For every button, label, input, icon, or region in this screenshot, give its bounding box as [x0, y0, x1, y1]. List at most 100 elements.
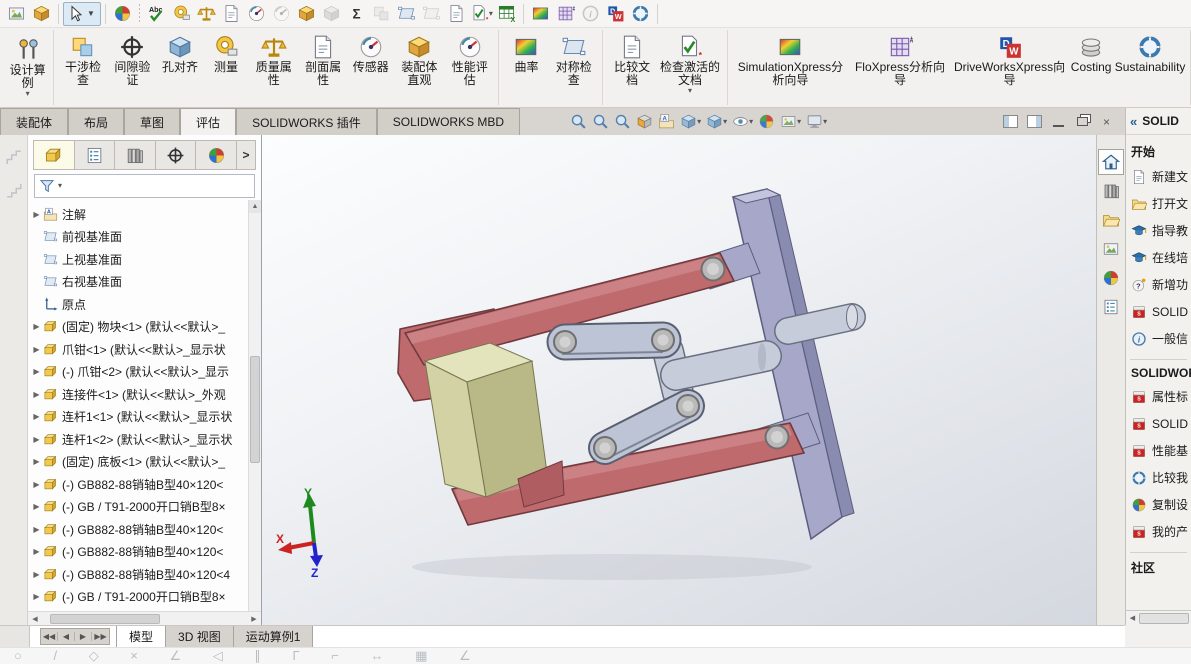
- tab-dimxpert-manager[interactable]: [156, 141, 197, 169]
- ribbon-item-floxpress-wizard[interactable]: FloXpress分析向导: [849, 33, 951, 88]
- tab-layout[interactable]: 布局: [68, 108, 125, 135]
- ribbon-item-curvature[interactable]: 曲率: [503, 33, 549, 75]
- expand-arrow-icon[interactable]: ▶: [30, 457, 43, 466]
- close-button[interactable]: ×: [1098, 114, 1115, 129]
- check-active-document-icon[interactable]: ▾: [469, 2, 494, 26]
- driveworks-icon[interactable]: [603, 2, 628, 26]
- ribbon-item-compare-documents[interactable]: 比较文档: [607, 33, 657, 88]
- view-settings-icon[interactable]: ▾: [804, 111, 829, 133]
- design-study-button[interactable]: 设计算例 ▾: [2, 30, 55, 105]
- online-training-link[interactable]: 在线培: [1126, 244, 1191, 271]
- ribbon-item-assembly-visualization[interactable]: 装配体直观: [394, 33, 445, 88]
- spellcheck-icon[interactable]: [144, 2, 169, 26]
- previous-view-icon[interactable]: [612, 111, 633, 133]
- minimize-button[interactable]: [1050, 114, 1067, 129]
- scrollbar-thumb[interactable]: [50, 613, 160, 624]
- section-view-icon[interactable]: [634, 111, 655, 133]
- tab-3d-views[interactable]: 3D 视图: [166, 626, 234, 647]
- curvature-icon[interactable]: [528, 2, 553, 26]
- zoom-fit-icon[interactable]: [568, 111, 589, 133]
- zoom-area-icon[interactable]: [590, 111, 611, 133]
- tab-solidworks-resources[interactable]: [1098, 149, 1124, 175]
- last-tab-icon[interactable]: ▶▶: [92, 632, 109, 641]
- ribbon-item-section-properties[interactable]: 剖面属性: [298, 33, 347, 88]
- tab-solidworks-addins[interactable]: SOLIDWORKS 插件: [236, 108, 377, 135]
- compare-documents-icon[interactable]: [444, 2, 469, 26]
- filter-funnel-icon[interactable]: [39, 178, 55, 194]
- tree-item-component[interactable]: ▶ (-) GB882-88销轴B型40×120<: [30, 518, 247, 541]
- tree-item-component[interactable]: ▶ 爪钳<1> (默认<<默认>_显示状: [30, 338, 247, 361]
- chevron-down-icon[interactable]: ▾: [489, 9, 493, 18]
- tree-item-origin[interactable]: 原点: [30, 293, 247, 316]
- expand-arrow-icon[interactable]: ▶: [30, 345, 43, 354]
- ribbon-item-sustainability[interactable]: Sustainability: [1114, 33, 1186, 75]
- mass-properties-icon[interactable]: [194, 2, 219, 26]
- ribbon-item-symmetry-check[interactable]: 对称检查: [549, 33, 598, 88]
- chevron-down-icon[interactable]: ▾: [58, 182, 62, 190]
- tree-item-component[interactable]: ▶ (-) GB882-88销轴B型40×120<: [30, 541, 247, 564]
- floxpress-icon[interactable]: [553, 2, 578, 26]
- tree-vertical-scrollbar[interactable]: ▲: [248, 200, 261, 611]
- tree-item-front-plane[interactable]: 前视基准面: [30, 226, 247, 249]
- tab-evaluate[interactable]: 评估: [180, 108, 237, 135]
- tree-item-annotations[interactable]: ▶ 注解: [30, 203, 247, 226]
- edit-appearance-icon[interactable]: [110, 2, 135, 26]
- scroll-left-icon[interactable]: ◀: [1126, 614, 1139, 622]
- hide-show-items-icon[interactable]: ▾: [730, 111, 755, 133]
- tab-file-explorer[interactable]: [1098, 207, 1124, 233]
- tree-item-component[interactable]: ▶ (-) GB / T91-2000开口销B型8×: [30, 496, 247, 519]
- measure-icon[interactable]: [169, 2, 194, 26]
- window-thumbnail-icon[interactable]: [4, 2, 29, 26]
- scroll-right-icon[interactable]: ▶: [247, 615, 261, 623]
- tab-motion-study-1[interactable]: 运动算例1: [233, 626, 314, 647]
- new-document-link[interactable]: 新建文: [1126, 163, 1191, 190]
- tab-feature-manager[interactable]: [34, 141, 75, 169]
- tab-display-manager[interactable]: [196, 141, 237, 169]
- ribbon-item-hole-alignment[interactable]: 孔对齐: [157, 33, 203, 75]
- assembly-model[interactable]: [262, 135, 1096, 625]
- show-right-pane-button[interactable]: [1026, 114, 1043, 129]
- tab-navigation-buttons[interactable]: ◀◀ ◀ ▶ ▶▶: [40, 628, 110, 645]
- tab-model[interactable]: 模型: [116, 626, 167, 647]
- first-tab-icon[interactable]: ◀◀: [41, 632, 58, 641]
- task-pane-horizontal-scrollbar[interactable]: ◀: [1126, 610, 1191, 625]
- open-document-link[interactable]: 打开文: [1126, 190, 1191, 217]
- benchmark-link[interactable]: 性能基: [1126, 437, 1191, 464]
- view-orientation-icon[interactable]: ▾: [678, 111, 703, 133]
- tree-item-component[interactable]: ▶ (-) GB882-88销轴B型40×120<4: [30, 563, 247, 586]
- tree-item-component[interactable]: ▶ (-) 爪钳<2> (默认<<默认>_显示: [30, 361, 247, 384]
- collapse-pane-icon[interactable]: «: [1130, 114, 1137, 129]
- my-products-link[interactable]: 我的产: [1126, 518, 1191, 545]
- tab-property-manager[interactable]: [75, 141, 116, 169]
- ribbon-item-driveworksxpress-wizard[interactable]: DriveWorksXpress向导: [951, 33, 1068, 88]
- ribbon-item-mass-properties[interactable]: 质量属性: [249, 33, 298, 88]
- solidworks-link[interactable]: SOLID: [1126, 298, 1191, 325]
- ribbon-item-performance-evaluation[interactable]: 性能评估: [445, 33, 494, 88]
- compare-score-link[interactable]: 比较我: [1126, 464, 1191, 491]
- expand-arrow-icon[interactable]: ▶: [30, 525, 43, 534]
- expand-arrow-icon[interactable]: ▶: [30, 390, 43, 399]
- whats-new-link[interactable]: 新增功: [1126, 271, 1191, 298]
- tab-appearances-scenes[interactable]: [1098, 265, 1124, 291]
- expand-arrow-icon[interactable]: ▶: [30, 502, 43, 511]
- chevron-down-icon[interactable]: ▼: [84, 9, 98, 18]
- ribbon-item-clearance-verification[interactable]: 间隙验证: [108, 33, 157, 88]
- link-upper[interactable]: [546, 321, 682, 361]
- copy-settings-link[interactable]: 复制设: [1126, 491, 1191, 518]
- display-style-icon[interactable]: ▾: [704, 111, 729, 133]
- ribbon-item-check-active-document[interactable]: 检查激活的文档 ▾: [657, 33, 723, 96]
- view-annotations-icon[interactable]: [656, 111, 677, 133]
- next-tab-icon[interactable]: ▶: [75, 632, 92, 641]
- graphics-viewport[interactable]: Y X Z: [262, 135, 1096, 625]
- tree-horizontal-scrollbar[interactable]: ◀ ▶: [28, 611, 261, 625]
- general-info-link[interactable]: 一般信: [1126, 325, 1191, 352]
- restore-button[interactable]: [1074, 114, 1091, 129]
- expand-arrow-icon[interactable]: ▶: [30, 592, 43, 601]
- scrollbar-thumb[interactable]: [1139, 612, 1189, 624]
- section-properties-icon[interactable]: [219, 2, 244, 26]
- mirror-components-icon[interactable]: [394, 2, 419, 26]
- property-tab-builder-link[interactable]: 属性标: [1126, 383, 1191, 410]
- edit-appearance-icon[interactable]: [756, 111, 777, 133]
- tree-item-component[interactable]: ▶ (固定) 物块<1> (默认<<默认>_: [30, 316, 247, 339]
- tab-assembly[interactable]: 装配体: [0, 108, 69, 135]
